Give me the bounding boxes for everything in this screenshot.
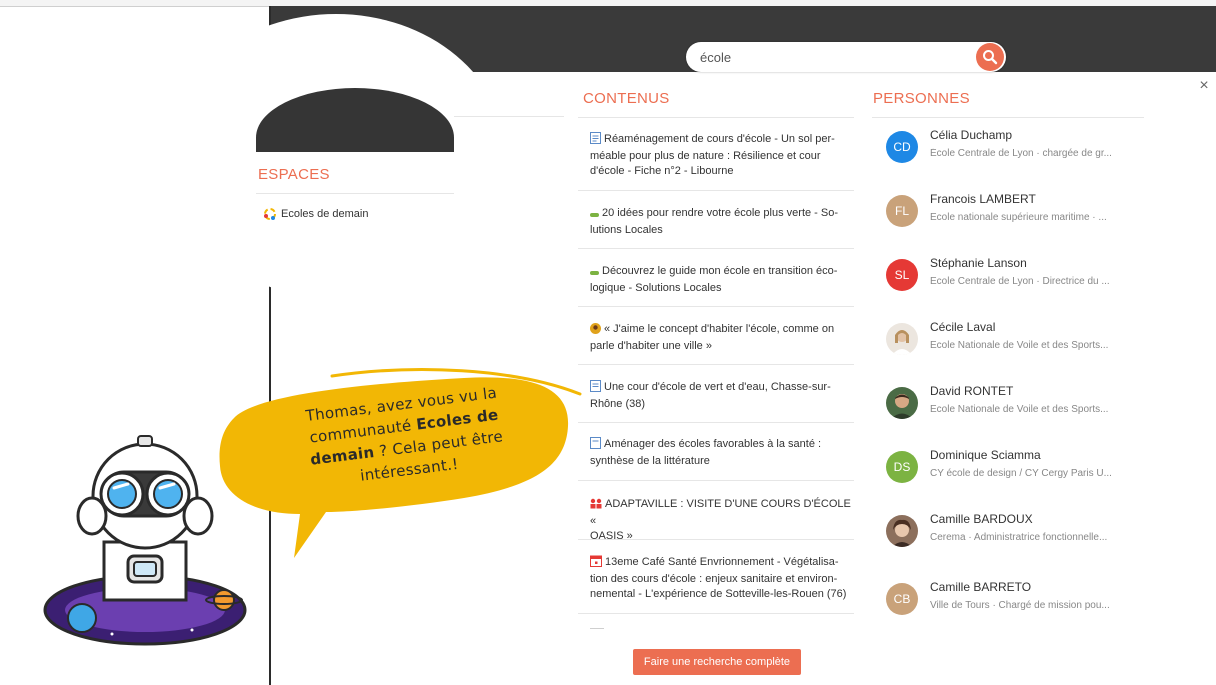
full-search-button[interactable]: Faire une recherche complète <box>633 649 801 675</box>
divider <box>578 248 854 249</box>
person-subtitle: Ville de Tours · Chargé de mission pou..… <box>930 600 1110 611</box>
person-name: Stéphanie Lanson <box>930 256 1027 270</box>
divider <box>578 117 854 118</box>
person-item[interactable]: CD Célia Duchamp École Centrale de Lyon … <box>886 128 1146 181</box>
content-item[interactable]: « J'aime le concept d'habiter l'école, c… <box>590 322 852 354</box>
search-box[interactable] <box>686 42 1006 72</box>
person-item[interactable]: DS Dominique Sciamma CY école de design … <box>886 448 1146 501</box>
content-item[interactable]: Réaménagement de cours d'école - Un sol … <box>590 132 852 179</box>
person-name: Camille BARDOUX <box>930 512 1033 526</box>
search-icon <box>983 50 998 65</box>
avatar: FL <box>886 195 918 227</box>
person-subtitle: École Centrale de Lyon · chargée de gr..… <box>930 148 1112 159</box>
search-input[interactable] <box>700 47 960 67</box>
content-item[interactable]: Aménager des écoles favorables à la sant… <box>590 437 852 469</box>
search-button[interactable] <box>976 43 1004 71</box>
link-icon <box>590 266 599 281</box>
avatar: DS <box>886 451 918 483</box>
truncated-item-marker <box>590 628 604 629</box>
document-icon <box>590 132 601 149</box>
avatar: SL <box>886 259 918 291</box>
divider <box>578 422 854 423</box>
person-name: Camille BARRETO <box>930 580 1032 594</box>
link-icon <box>590 208 599 223</box>
person-item[interactable]: CB Camille BARRETO Ville de Tours · Char… <box>886 580 1146 633</box>
person-subtitle: CY école de design / CY Cergy Paris U... <box>930 468 1112 479</box>
person-subtitle: Ecole Centrale de Lyon · Directrice du .… <box>930 276 1110 287</box>
person-item[interactable]: David RONTET Ecole Nationale de Voile et… <box>886 384 1146 437</box>
person-name: Célia Duchamp <box>930 128 1013 142</box>
community-icon <box>264 208 276 220</box>
espaces-title: ESPACES <box>258 166 330 183</box>
avatar <box>886 515 918 547</box>
person-item[interactable]: Cécile Laval Ecole Nationale de Voile et… <box>886 320 1146 373</box>
person-item[interactable]: SL Stéphanie Lanson Ecole Centrale de Ly… <box>886 256 1146 309</box>
avatar: CB <box>886 583 918 615</box>
divider <box>454 116 564 117</box>
person-subtitle: Ecole Nationale de Voile et des Sports..… <box>930 340 1109 351</box>
spotlight-highlight <box>166 14 506 298</box>
divider <box>578 364 854 365</box>
person-name: Francois LAMBERT <box>930 192 1036 206</box>
person-name: Dominique Sciamma <box>930 448 1041 462</box>
content-item[interactable]: ADAPTAVILLE : VISITE D'UNE COURS D'ÉCOLE… <box>590 497 852 544</box>
personnes-title: PERSONNES <box>873 90 970 107</box>
astronaut-mascot-illustration <box>43 435 247 646</box>
divider <box>578 306 854 307</box>
person-item[interactable]: FL Francois LAMBERT Ecole nationale supé… <box>886 192 1146 245</box>
person-name: Cécile Laval <box>930 320 996 334</box>
person-subtitle: Cerema · Administratrice fonctionnelle..… <box>930 532 1108 543</box>
divider <box>578 190 854 191</box>
divider <box>578 480 854 481</box>
person-subtitle: Ecole Nationale de Voile et des Sports..… <box>930 404 1109 415</box>
avatar: CD <box>886 131 918 163</box>
person-item[interactable]: Camille BARDOUX Cerema · Administratrice… <box>886 512 1146 565</box>
divider <box>578 539 854 540</box>
espace-item-ecoles-de-demain[interactable]: Ecoles de demain <box>263 207 368 221</box>
divider <box>256 193 454 194</box>
avatar <box>886 323 918 355</box>
divider <box>578 613 854 614</box>
espace-item-label: Ecoles de demain <box>281 208 369 220</box>
person-subtitle: Ecole nationale supérieure maritime · ..… <box>930 212 1107 223</box>
content-item[interactable]: 20 idées pour rendre votre école plus ve… <box>590 206 852 238</box>
close-icon[interactable]: × <box>1196 78 1212 94</box>
content-item[interactable]: 13eme Café Santé Envrionnement - Végétal… <box>590 555 852 602</box>
content-item[interactable]: Découvrez le guide mon école en transiti… <box>590 264 852 296</box>
contenus-title: CONTENUS <box>583 90 670 107</box>
quote-icon <box>590 323 601 339</box>
avatar <box>886 387 918 419</box>
divider <box>872 117 1144 118</box>
person-name: David RONTET <box>930 384 1014 398</box>
content-item[interactable]: Une cour d'école de vert et d'eau, Chass… <box>590 380 852 412</box>
